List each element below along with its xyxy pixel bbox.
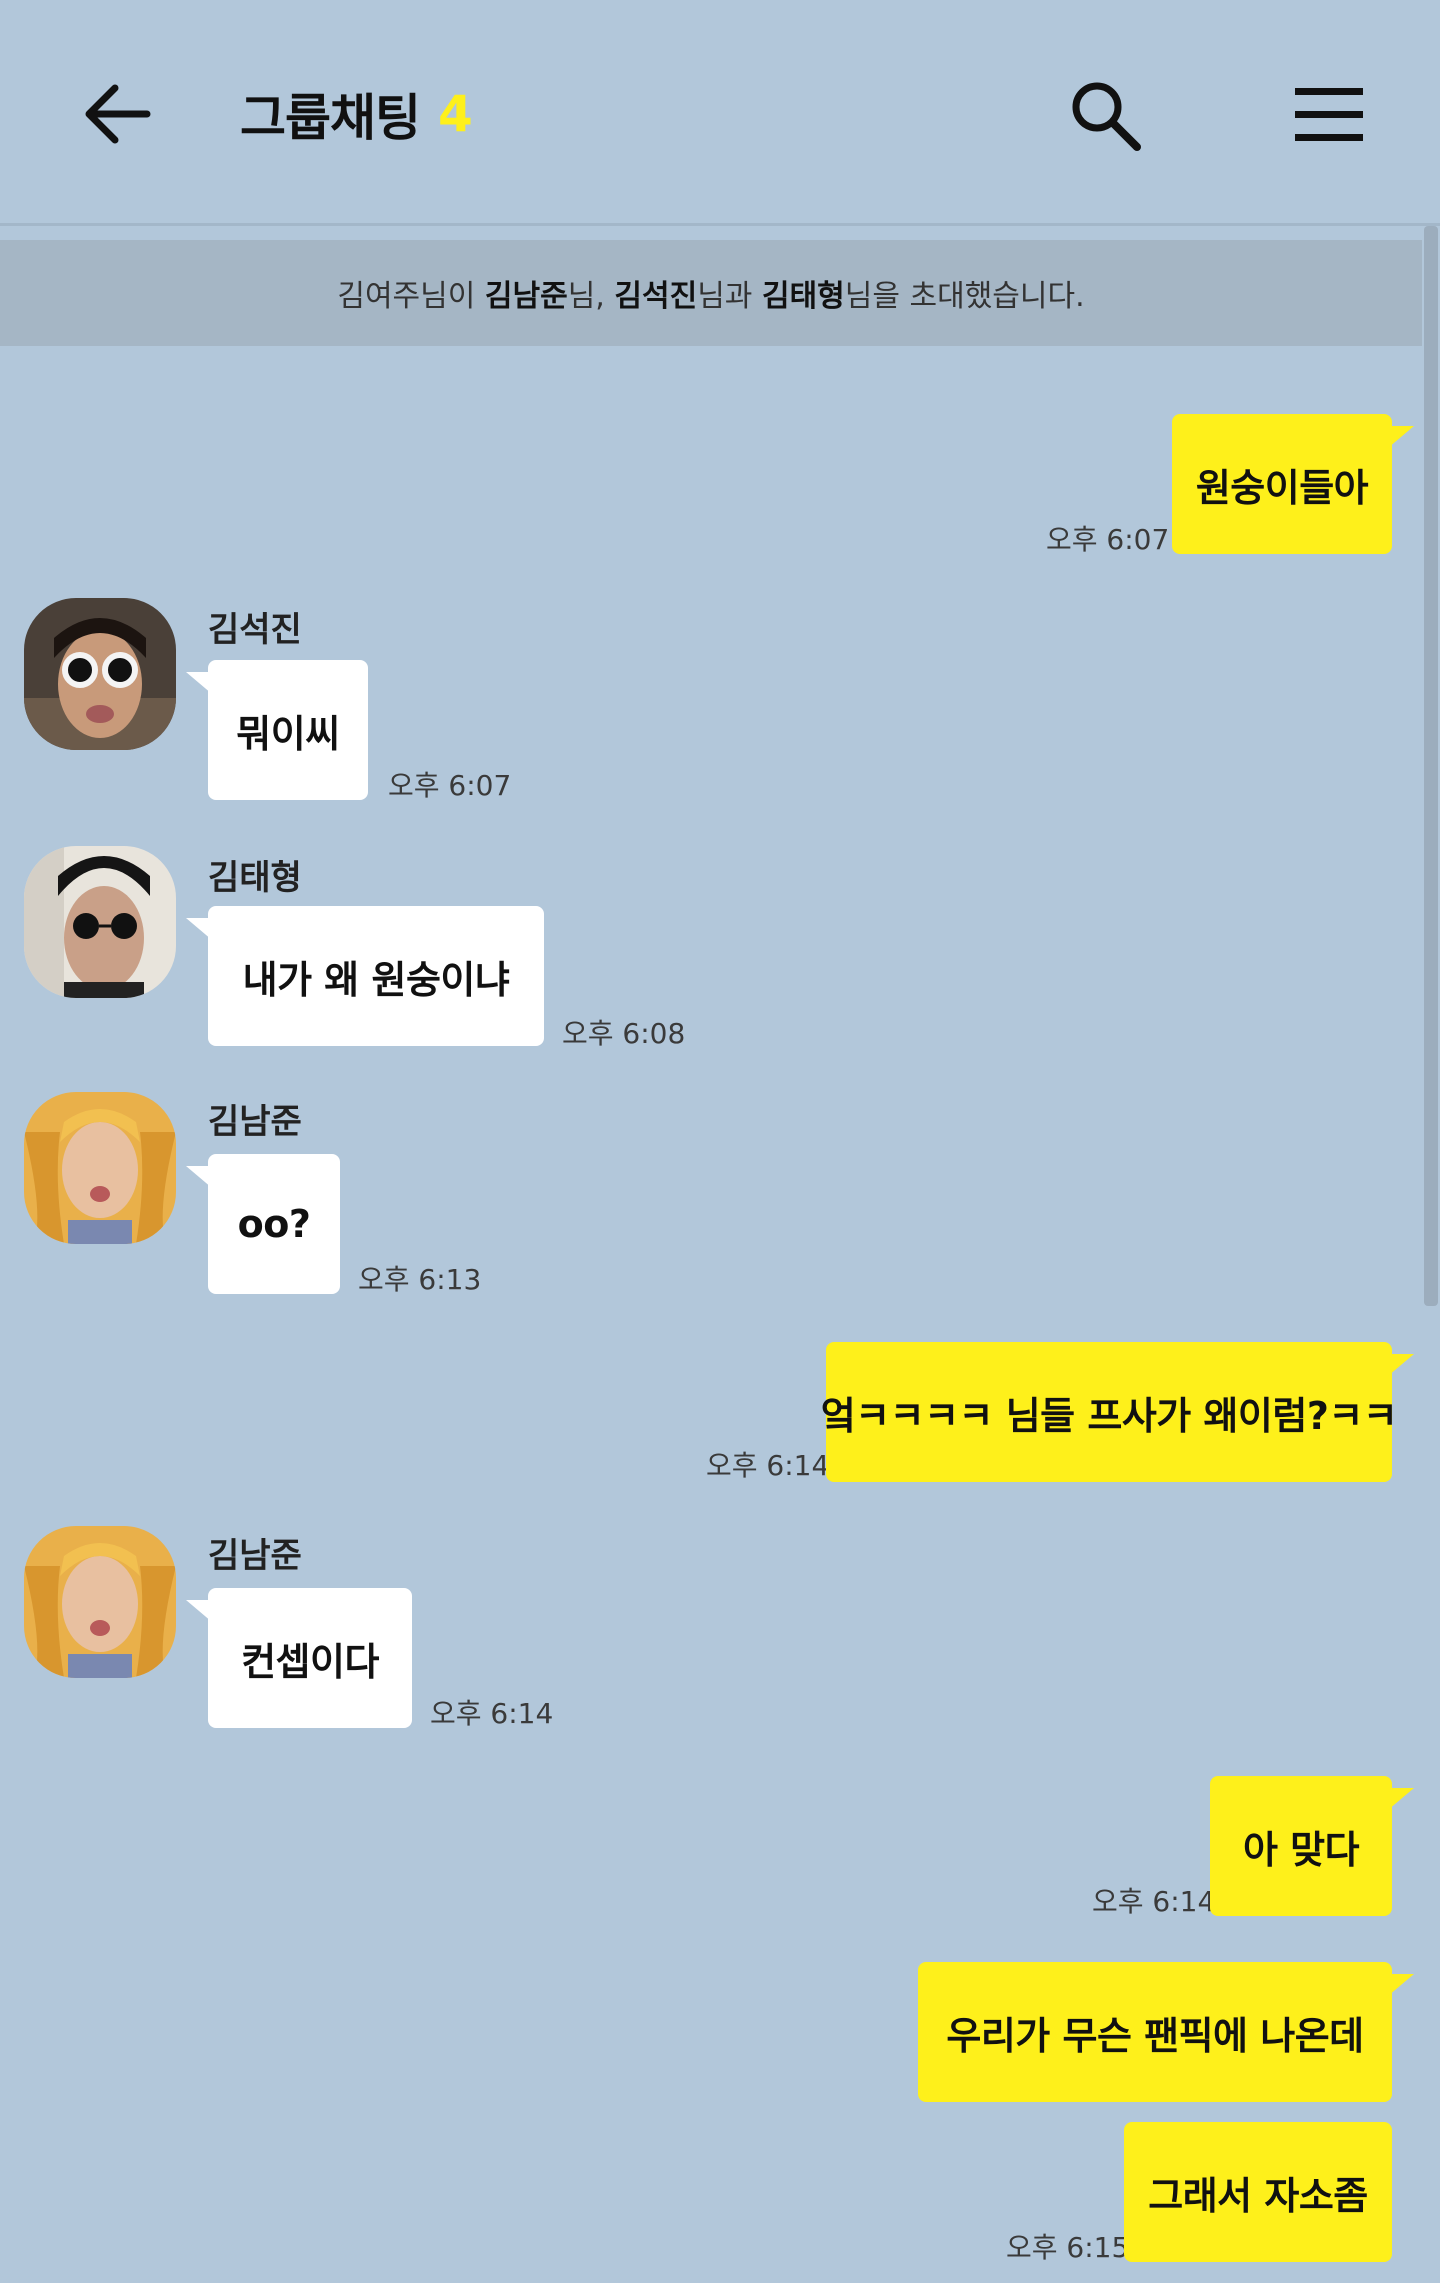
notice-name-1: 김남준 (484, 279, 568, 314)
scrollbar[interactable] (1424, 226, 1438, 1306)
chat-title: 그룹채팅 (240, 89, 421, 147)
notice-name-3: 김태형 (761, 279, 845, 314)
chat-header: 그룹채팅 4 (0, 0, 1440, 226)
notice-inviter: 김여주님이 (337, 279, 476, 314)
avatar-kimtaehyung[interactable] (24, 846, 176, 998)
message-time: 오후 6:08 (562, 1017, 686, 1050)
member-count: 4 (438, 85, 473, 143)
message-time: 오후 6:14 (706, 1449, 830, 1482)
notice-sep-2: 님과 (697, 279, 753, 314)
my-message-bubble[interactable]: 원숭이들아 (1172, 414, 1414, 554)
notice-name-2: 김석진 (614, 279, 698, 314)
their-message-bubble[interactable]: 뭐이씨 (186, 660, 368, 800)
message-time: 오후 6:07 (388, 769, 512, 802)
menu-button[interactable] (1284, 70, 1374, 160)
my-message-bubble[interactable]: 우리가 무슨 팬픽에 나온데 (918, 1962, 1414, 2102)
avatar-kimseokjin[interactable] (24, 598, 176, 750)
message-time: 오후 6:07 (1046, 523, 1170, 556)
arrow-left-icon (85, 84, 151, 144)
sender-name: 김석진 (208, 610, 302, 650)
my-message-bubble[interactable]: 엌ㅋㅋㅋㅋ 님들 프사가 왜이럼?ㅋㅋ (821, 1342, 1414, 1482)
their-message-bubble[interactable]: 컨셉이다 (186, 1588, 412, 1728)
message-time: 오후 6:14 (430, 1697, 554, 1730)
their-message-bubble[interactable]: 내가 왜 원숭이냐 (186, 906, 544, 1046)
avatar-kimnamjoon[interactable] (24, 1092, 176, 1244)
notice-tail: 님을 초대했습니다. (844, 279, 1085, 314)
sender-name: 김남준 (208, 1536, 302, 1576)
hamburger-menu-icon (1295, 88, 1363, 141)
chat-title-group: 그룹채팅 4 (240, 78, 473, 150)
message-time: 오후 6:15 (1006, 2231, 1130, 2264)
back-button[interactable] (78, 78, 154, 150)
search-icon (1072, 82, 1141, 151)
invite-notice: 김여주님이 김남준 님, 김석진 님과 김태형 님을 초대했습니다. (0, 240, 1422, 346)
message-time: 오후 6:14 (1092, 1885, 1216, 1918)
my-message-bubble[interactable]: 아 맞다 (1210, 1776, 1414, 1916)
message-time: 오후 6:13 (358, 1263, 482, 1296)
sender-name: 김태형 (208, 858, 302, 898)
avatar-kimnamjoon[interactable] (24, 1526, 176, 1678)
my-message-bubble[interactable]: 그래서 자소좀 (1124, 2122, 1392, 2262)
notice-sep-1: 님, (567, 279, 605, 314)
their-message-bubble[interactable]: oo? (186, 1154, 340, 1294)
sender-name: 김남준 (208, 1102, 302, 1142)
search-button[interactable] (1060, 70, 1150, 160)
